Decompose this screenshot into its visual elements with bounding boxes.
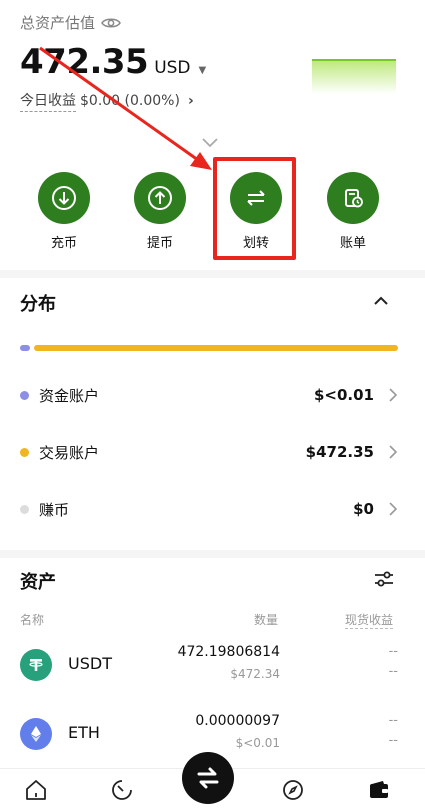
markets-icon[interactable] — [110, 778, 134, 802]
asset-row-usdt[interactable]: USDT 472.19806814 $472.34 -- -- — [20, 640, 398, 690]
trade-button[interactable] — [182, 752, 234, 804]
distribution-title: 分布 — [20, 294, 56, 315]
bill-label: 账单 — [339, 236, 366, 251]
bill-button[interactable]: 账单 — [326, 172, 380, 251]
assets-title: 资产 — [20, 572, 56, 593]
trading-dot — [20, 447, 29, 457]
account-amount: $0 — [353, 500, 374, 518]
withdraw-label: 提币 — [146, 236, 173, 251]
account-name: 资金账户 — [39, 386, 100, 405]
trading-bar-segment — [34, 345, 398, 351]
distribution-bar — [20, 345, 398, 351]
asset-symbol: ETH — [68, 723, 100, 742]
balance-amount: 472.35 — [20, 42, 149, 82]
column-header-qty: 数量 — [254, 613, 279, 627]
account-name: 赚币 — [39, 500, 70, 519]
account-row-trading[interactable]: 交易账户 $472.35 — [20, 437, 398, 467]
funding-dot — [20, 390, 29, 400]
earn-dot — [20, 504, 29, 514]
section-divider — [0, 550, 425, 558]
column-header-name: 名称 — [20, 613, 45, 627]
chevron-down-icon[interactable]: ▼ — [199, 65, 207, 76]
today-pnl-label: 今日收益 — [20, 90, 76, 112]
eye-icon[interactable] — [101, 16, 121, 30]
total-assets-header: 总资产估值 — [20, 12, 121, 33]
swap-icon — [197, 767, 219, 789]
withdraw-button[interactable]: 提币 — [133, 172, 187, 251]
deposit-button[interactable]: 充币 — [37, 172, 91, 251]
collapse-chevron-icon[interactable] — [200, 135, 220, 149]
account-amount: $472.35 — [305, 443, 374, 461]
section-divider — [0, 270, 425, 278]
asset-pnl-pct: -- — [388, 733, 398, 748]
discover-compass-icon[interactable] — [281, 778, 305, 802]
eth-icon — [20, 718, 52, 750]
filter-settings-icon[interactable] — [373, 569, 395, 589]
arrow-up-circle-icon — [134, 172, 186, 224]
today-pnl-value: $0.00 (0.00%) — [80, 93, 180, 109]
today-pnl[interactable]: 今日收益 $0.00 (0.00%) › — [20, 90, 194, 112]
funding-bar-segment — [20, 345, 30, 351]
asset-pnl-pct: -- — [388, 664, 398, 679]
chevron-up-icon[interactable] — [372, 294, 390, 308]
chevron-right-icon: › — [187, 93, 194, 109]
asset-pnl: -- — [388, 644, 398, 659]
chevron-right-icon — [389, 502, 398, 516]
column-header-pnl[interactable]: 现货收益 — [345, 611, 394, 629]
asset-usd: $472.34 — [230, 667, 280, 681]
bill-icon — [327, 172, 379, 224]
asset-usd: $<0.01 — [235, 736, 280, 750]
asset-qty: 0.00000097 — [195, 713, 280, 729]
asset-symbol: USDT — [68, 654, 112, 673]
arrow-down-circle-icon — [38, 172, 90, 224]
balance-sparkline-chart — [312, 59, 396, 94]
usdt-icon — [20, 649, 52, 681]
account-row-earn[interactable]: 赚币 $0 — [20, 494, 398, 524]
account-amount: $<0.01 — [313, 386, 374, 404]
account-name: 交易账户 — [39, 443, 100, 462]
currency-selector[interactable]: USD — [154, 58, 190, 78]
home-icon[interactable] — [24, 778, 48, 802]
asset-pnl: -- — [388, 713, 398, 728]
deposit-label: 充币 — [50, 236, 77, 251]
wallet-icon[interactable] — [367, 778, 391, 802]
chevron-right-icon — [389, 388, 398, 402]
asset-qty: 472.19806814 — [177, 644, 280, 660]
transfer-highlight-box — [213, 157, 296, 260]
balance-display: 472.35 USD ▼ — [20, 42, 206, 82]
account-row-funding[interactable]: 资金账户 $<0.01 — [20, 380, 398, 410]
total-assets-label: 总资产估值 — [20, 14, 96, 32]
chevron-right-icon — [389, 445, 398, 459]
